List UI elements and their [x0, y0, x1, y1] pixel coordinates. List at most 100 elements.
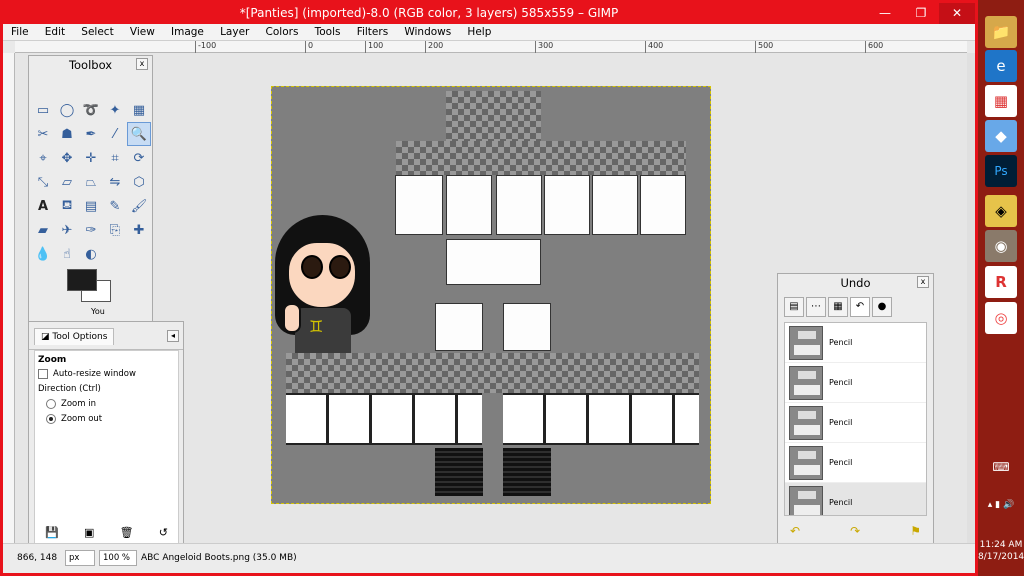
zoom-out-radio[interactable]	[46, 414, 56, 424]
clone-tool-icon[interactable]: ⎘	[103, 218, 127, 242]
menu-colors[interactable]: Colors	[258, 24, 304, 38]
zoom-in-radio[interactable]	[46, 399, 56, 409]
close-button[interactable]: ✕	[939, 3, 975, 24]
menu-file[interactable]: File	[3, 24, 34, 38]
color-select-tool-icon[interactable]: ▦	[127, 98, 151, 122]
menu-windows[interactable]: Windows	[396, 24, 456, 38]
ellipse-select-tool-icon[interactable]: ◯	[55, 98, 79, 122]
measure-tool-icon[interactable]: ⌖	[31, 146, 55, 170]
airbrush-tool-icon[interactable]: ✈	[55, 218, 79, 242]
menu-view[interactable]: View	[122, 24, 160, 38]
reset-options-icon[interactable]: ↺	[159, 526, 168, 539]
align-tool-icon[interactable]: ✛	[79, 146, 103, 170]
panel-menu-button[interactable]: ◂	[167, 330, 179, 342]
smudge-tool-icon[interactable]: ☝	[55, 242, 79, 266]
auto-resize-checkbox[interactable]	[38, 369, 48, 379]
vertical-scrollbar[interactable]	[967, 53, 975, 543]
menu-image[interactable]: Image	[163, 24, 209, 38]
tab-tool-options[interactable]: ◪ Tool Options	[34, 328, 115, 345]
delete-options-icon[interactable]: 🗑	[120, 526, 134, 539]
maximize-button[interactable]: ❐	[903, 3, 939, 24]
ink-tool-icon[interactable]: ✑	[79, 218, 103, 242]
vertical-ruler[interactable]	[3, 53, 15, 543]
title-bar[interactable]: *[Panties] (imported)-8.0 (RGB color, 3 …	[3, 3, 975, 24]
channels-tab-icon[interactable]: ⋯	[806, 297, 826, 317]
undo-item[interactable]: Pencil	[785, 443, 926, 483]
dodge-burn-tool-icon[interactable]: ◐	[79, 242, 103, 266]
foreground-select-tool-icon[interactable]: ☗	[55, 122, 79, 146]
perspective-tool-icon[interactable]: ⏢	[79, 170, 103, 194]
toolbox-close-button[interactable]: x	[136, 58, 148, 70]
color-picker-tool-icon[interactable]: ⁄	[103, 122, 127, 146]
tab-tool-options-label: Tool Options	[52, 332, 108, 342]
save-options-icon[interactable]: 💾	[45, 526, 59, 539]
scale-tool-icon[interactable]: ⤡	[31, 170, 55, 194]
cage-tool-icon[interactable]: ⬡	[127, 170, 151, 194]
undo-close-button[interactable]: x	[917, 276, 929, 288]
zoom-out-option[interactable]: Zoom out	[38, 414, 175, 424]
text-tool-icon[interactable]: A	[31, 194, 55, 218]
blend-tool-icon[interactable]: ▤	[79, 194, 103, 218]
undo-item[interactable]: Pencil	[785, 363, 926, 403]
file-explorer-icon[interactable]: 📁	[985, 16, 1017, 48]
eraser-tool-icon[interactable]: ▰	[31, 218, 55, 242]
clock-date[interactable]: 8/17/2014	[978, 552, 1024, 562]
transparent-region	[286, 353, 699, 393]
roblox-icon[interactable]: R	[985, 266, 1017, 298]
unit-select[interactable]: px	[65, 550, 95, 566]
undo-item-current[interactable]: Pencil	[785, 483, 926, 515]
crop-tool-icon[interactable]: ⌗	[103, 146, 127, 170]
layers-tab-icon[interactable]: ▤	[784, 297, 804, 317]
zoom-in-option[interactable]: Zoom in	[38, 399, 175, 409]
zoom-tool-icon[interactable]: 🔍	[127, 122, 151, 146]
move-tool-icon[interactable]: ✥	[55, 146, 79, 170]
ruler-tick: 600	[865, 41, 883, 53]
clock-time[interactable]: 11:24 AM	[978, 540, 1024, 550]
restore-options-icon[interactable]: ▣	[84, 526, 94, 539]
store-icon[interactable]: ▦	[985, 85, 1017, 117]
clear-history-icon[interactable]: ⚑	[910, 524, 921, 538]
fuzzy-select-tool-icon[interactable]: ✦	[103, 98, 127, 122]
blur-tool-icon[interactable]: 💧	[31, 242, 55, 266]
tray-icons[interactable]: ▴ ▮ 🔊	[978, 500, 1024, 510]
menu-tools[interactable]: Tools	[307, 24, 346, 38]
menu-layer[interactable]: Layer	[212, 24, 254, 38]
photoshop-icon[interactable]: Ps	[985, 155, 1017, 187]
shear-tool-icon[interactable]: ▱	[55, 170, 79, 194]
redo-arrow-icon[interactable]: ↷	[850, 524, 860, 538]
undo-list[interactable]: Pencil Pencil Pencil Pencil Pencil	[784, 322, 927, 516]
undo-item[interactable]: Pencil	[785, 403, 926, 443]
undo-item[interactable]: Pencil	[785, 323, 926, 363]
gimp-icon[interactable]: ◉	[985, 230, 1017, 262]
foreground-color-swatch[interactable]	[67, 269, 97, 291]
flip-tool-icon[interactable]: ⇋	[103, 170, 127, 194]
paths-tool-icon[interactable]: ✒	[79, 122, 103, 146]
menu-help[interactable]: Help	[459, 24, 496, 38]
heal-tool-icon[interactable]: ✚	[127, 218, 151, 242]
auto-resize-row[interactable]: Auto-resize window	[38, 369, 175, 379]
chrome-icon[interactable]: ◎	[985, 302, 1017, 334]
app-icon[interactable]: ◆	[985, 120, 1017, 152]
zoom-select[interactable]: 100 %	[99, 550, 137, 566]
free-select-tool-icon[interactable]: ➰	[79, 98, 103, 122]
menu-select[interactable]: Select	[73, 24, 118, 38]
internet-explorer-icon[interactable]: e	[985, 50, 1017, 82]
menu-edit[interactable]: Edit	[37, 24, 70, 38]
pencil-tool-icon[interactable]: ✎	[103, 194, 127, 218]
undo-arrow-icon[interactable]: ↶	[790, 524, 800, 538]
rotate-tool-icon[interactable]: ⟳	[127, 146, 151, 170]
undo-tab-icon[interactable]: ↶	[850, 297, 870, 317]
folder-app-icon[interactable]: ◈	[985, 195, 1017, 227]
menu-filters[interactable]: Filters	[349, 24, 393, 38]
keyboard-icon[interactable]: ⌨	[978, 460, 1024, 474]
paths-tab-icon[interactable]: ▦	[828, 297, 848, 317]
tool-options-icon: ◪	[41, 332, 53, 342]
rect-select-tool-icon[interactable]: ▭	[31, 98, 55, 122]
horizontal-ruler[interactable]: -100 0 100 200 300 400 500 600	[15, 41, 967, 53]
brushes-tab-icon[interactable]: ●	[872, 297, 892, 317]
scissors-tool-icon[interactable]: ✂	[31, 122, 55, 146]
ruler-tick: 0	[305, 41, 313, 53]
minimize-button[interactable]: —	[867, 3, 903, 24]
paintbrush-tool-icon[interactable]: 🖌	[127, 194, 151, 218]
bucket-fill-tool-icon[interactable]: ⛾	[55, 194, 79, 218]
